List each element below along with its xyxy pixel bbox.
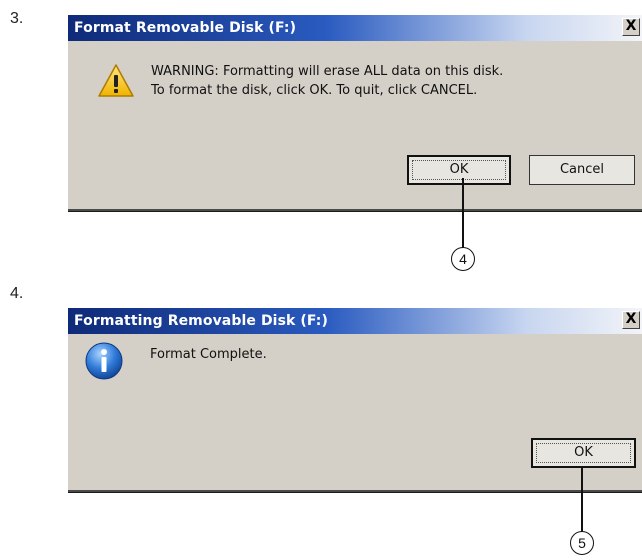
callout-5: 5 <box>570 531 594 555</box>
ok-button[interactable]: OK <box>531 438 636 468</box>
close-button[interactable]: X <box>622 311 640 329</box>
ok-button[interactable]: OK <box>407 155 511 185</box>
warning-message: WARNING: Formatting will erase ALL data … <box>151 62 503 100</box>
callout-line-5 <box>581 467 583 532</box>
callout-line-4 <box>462 178 464 248</box>
dialog-title: Formatting Removable Disk (F:) <box>74 313 328 329</box>
complete-message: Format Complete. <box>150 347 267 362</box>
close-button[interactable]: X <box>622 18 640 36</box>
cancel-button[interactable]: Cancel <box>529 155 635 185</box>
dialog-title: Format Removable Disk (F:) <box>74 20 297 36</box>
format-warning-dialog: Format Removable Disk (F:) X WARNING: Fo… <box>68 14 642 211</box>
warning-message-line-1: WARNING: Formatting will erase ALL data … <box>151 64 504 79</box>
step-number-3: 3. <box>10 10 24 27</box>
info-icon <box>85 342 123 380</box>
callout-4: 4 <box>451 247 475 271</box>
dialog-titlebar[interactable]: Format Removable Disk (F:) X <box>68 14 642 41</box>
warning-icon <box>98 64 134 97</box>
step-number-4: 4. <box>10 285 24 302</box>
warning-message-line-2: To format the disk, click OK. To quit, c… <box>151 83 478 98</box>
format-complete-dialog: Formatting Removable Disk (F:) X Format … <box>68 307 642 492</box>
dialog-titlebar[interactable]: Formatting Removable Disk (F:) X <box>68 307 642 334</box>
